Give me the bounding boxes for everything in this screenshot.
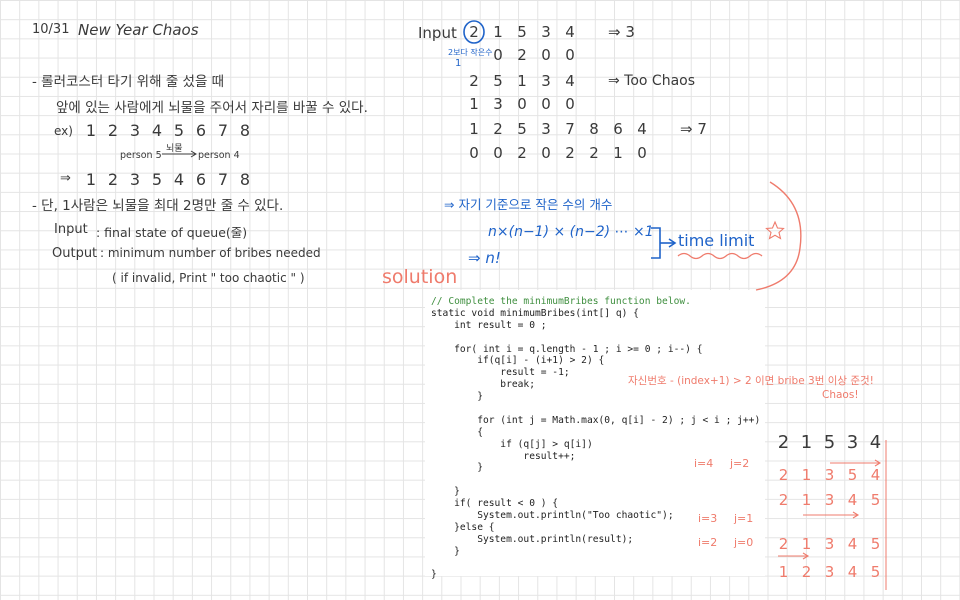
squiggle-underline: [677, 252, 763, 260]
highlight-arc: [755, 181, 802, 291]
circle-mark: [463, 20, 485, 44]
star-icon: [765, 220, 785, 240]
bracket-brace: [651, 227, 661, 259]
ink-strokes: [162, 20, 887, 590]
